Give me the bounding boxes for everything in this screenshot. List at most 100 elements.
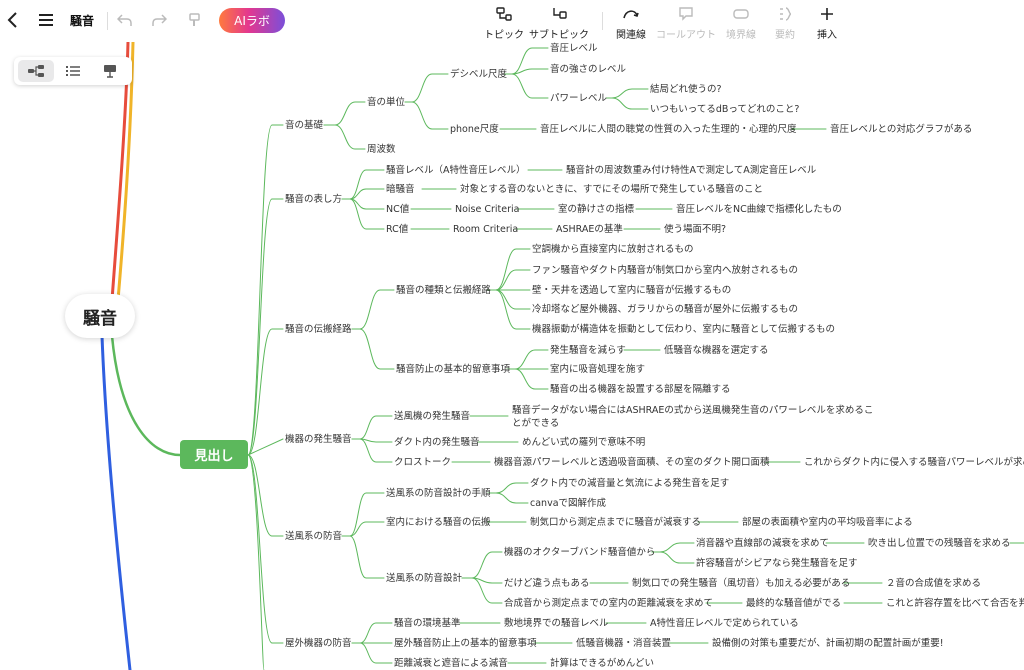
node-usage-unknown[interactable]: 使う場面不明? [664, 223, 726, 236]
tool-boundary[interactable]: 境界線 [726, 26, 756, 41]
presentation-view-icon[interactable] [92, 60, 128, 82]
node-duct-design[interactable]: 送風系の防音設計 [386, 572, 462, 585]
tool-topic[interactable]: トピック [484, 26, 524, 41]
node-nc[interactable]: NC値 [386, 203, 409, 216]
node-noise-level[interactable]: 騒音レベル（A特性音圧レベル） [386, 164, 526, 177]
node-quiet-devices[interactable]: 低騒音機器・消音装置 [576, 637, 671, 650]
node-silencer-attenuation[interactable]: 消音器や直線部の減衰を求めて [696, 537, 829, 550]
insert-icon[interactable] [817, 5, 837, 23]
format-painter-icon[interactable] [184, 10, 204, 30]
tool-insert[interactable]: 挿入 [817, 26, 837, 41]
node-distance-shielding[interactable]: 距離減衰と遮音による減音 [394, 657, 508, 670]
tool-callout[interactable]: コールアウト [656, 26, 716, 41]
topic-expression[interactable]: 騒音の表し方 [285, 193, 342, 206]
menu-icon[interactable] [35, 10, 57, 30]
topic-outdoor-soundproofing[interactable]: 屋外機器の防音 [285, 637, 352, 650]
node-add-airflow-noise[interactable]: ダクト内での減音量と気流による発生音を足す [530, 477, 729, 490]
node-noise-types-paths[interactable]: 騒音の種類と伝搬経路 [396, 284, 491, 297]
back-icon[interactable] [2, 9, 22, 31]
document-title[interactable]: 騒音 [70, 12, 94, 29]
topic-duct-soundproofing[interactable]: 送風系の防音 [285, 530, 342, 543]
node-boundary-level[interactable]: 敷地境界での騒音レベル [504, 617, 609, 630]
node-add-generated-noise[interactable]: 許容騒音がシビアなら発生騒音を足す [696, 557, 858, 570]
node-difference[interactable]: だけど違う点もある [504, 577, 590, 590]
node-crosstalk[interactable]: クロストーク [394, 456, 451, 469]
tool-subtopic[interactable]: サブトピック [529, 26, 589, 41]
node-power-level[interactable]: パワーレベル [550, 92, 607, 105]
main-topic-midashi[interactable]: 見出し [180, 440, 248, 469]
node-env-standard[interactable]: 騒音の環境基準 [394, 617, 461, 630]
topic-equipment-noise[interactable]: 機器の発生騒音 [285, 433, 352, 446]
node-intensity-level[interactable]: 音の強さのレベル [550, 63, 626, 76]
node-sound-unit[interactable]: 音の単位 [367, 96, 405, 109]
boundary-icon[interactable] [731, 6, 751, 22]
node-calculation[interactable]: 計算はできるがめんどい [550, 657, 654, 670]
node-spl[interactable]: 音圧レベル [550, 42, 598, 55]
relationship-icon[interactable] [621, 6, 641, 22]
callout-icon[interactable] [676, 6, 696, 22]
node-duct-noise[interactable]: ダクト内の発生騒音 [394, 436, 480, 449]
node-path-direct[interactable]: 空調機から直接室内に放射されるもの [532, 243, 694, 256]
node-path-outdoor[interactable]: 冷却塔など屋外機器、ガラリからの騒音が屋外に伝搬するもの [532, 303, 798, 316]
node-quietness-index[interactable]: 室の静けさの指標 [558, 203, 634, 216]
node-final-noise[interactable]: 最終的な騒音値がでる [746, 597, 841, 610]
tool-relationship[interactable]: 関連線 [616, 26, 646, 41]
topic-propagation[interactable]: 騒音の伝搬経路 [285, 323, 352, 336]
node-path-wall[interactable]: 壁・天井を透過して室内に騒音が伝搬するもの [532, 284, 731, 297]
undo-icon[interactable] [115, 10, 135, 30]
node-isolate-room[interactable]: 騒音の出る機器を設置する部屋を隔離する [550, 383, 731, 396]
mindmap-view-icon[interactable] [18, 60, 54, 82]
node-which-db[interactable]: いつもいってるdBってどれのこと? [650, 103, 799, 116]
node-path-structure[interactable]: 機器振動が構造体を振動として伝わり、室内に騒音として伝搬するもの [532, 323, 835, 336]
node-which-to-use[interactable]: 結局どれ使うの? [650, 83, 722, 96]
node-octave-band[interactable]: 機器のオクターブバンド騒音値から [504, 546, 655, 559]
node-ashrae-standard[interactable]: ASHRAEの基準 [556, 223, 623, 236]
node-fan-noise[interactable]: 送風機の発生騒音 [394, 410, 470, 423]
node-combined-value[interactable]: ２音の合成値を求める [886, 577, 981, 590]
node-crosstalk-result[interactable]: これからダクト内に侵入する騒音パワーレベルが求め [804, 456, 1024, 469]
root-topic[interactable]: 騒音 [65, 294, 135, 338]
tool-summary[interactable]: 要約 [775, 26, 795, 41]
topic-icon[interactable] [494, 6, 514, 22]
node-decibel-scale[interactable]: デシベル尺度 [450, 68, 507, 81]
node-wind-noise[interactable]: 制気口での発生騒音（風切音）も加える必要がある [632, 577, 850, 590]
node-select-quiet-equipment[interactable]: 低騒音な機器を選定する [664, 344, 769, 357]
node-phone-scale[interactable]: phone尺度 [450, 123, 499, 136]
node-absorption-rate[interactable]: 部屋の表面積や室内の平均吸音率による [742, 516, 913, 529]
node-crosstalk-factors[interactable]: 機器音源パワーレベルと透過吸音面積、その室のダクト開口面積 [494, 456, 770, 469]
ai-lab-button[interactable]: AIラボ [219, 8, 285, 33]
node-background-noise-desc[interactable]: 対象とする音のないときに、すでにその場所で発生している騒音のこと [460, 183, 763, 196]
node-reduce-generation[interactable]: 発生騒音を減らす [550, 344, 626, 357]
node-noise-level-desc[interactable]: 騒音計の周波数重み付け特性Aで測定してA測定音圧レベル [566, 164, 816, 177]
node-fan-noise-desc-line2[interactable]: とができる [512, 417, 559, 430]
node-phone-graph[interactable]: 音圧レベルとの対応グラフがある [830, 123, 972, 136]
node-nc-curve[interactable]: 音圧レベルをNC曲線で指標化したもの [676, 203, 842, 216]
node-residual-noise[interactable]: 吹き出し位置での残騒音を求める [868, 537, 1011, 550]
node-layout-planning[interactable]: 設備側の対策も重要だが、計画初期の配置計画が重要! [712, 637, 944, 650]
node-pass-fail[interactable]: これと許容存置を比べて合否を判 [886, 597, 1024, 610]
node-background-noise[interactable]: 暗騒音 [386, 183, 415, 196]
node-path-outlet[interactable]: ファン騒音やダクト内騒音が制気口から室内へ放射されるもの [532, 264, 798, 277]
node-noise-criteria[interactable]: Noise Criteria [455, 203, 520, 216]
summary-icon[interactable] [775, 6, 795, 22]
topic-basics[interactable]: 音の基礎 [285, 119, 323, 132]
node-rc[interactable]: RC値 [386, 223, 408, 236]
node-outlet-attenuation[interactable]: 制気口から測定点までに騒音が減衰する [530, 516, 701, 529]
node-room-criteria[interactable]: Room Criteria [453, 223, 518, 236]
node-room-propagation[interactable]: 室内における騒音の伝搬 [386, 516, 491, 529]
node-outdoor-prevention[interactable]: 屋外騒音防止上の基本的留意事項 [394, 637, 537, 650]
node-a-weighted[interactable]: A特性音圧レベルで定められている [650, 617, 799, 630]
subtopic-icon[interactable] [549, 6, 569, 22]
node-fan-noise-desc-line1[interactable]: 騒音データがない場合にはASHRAEの式から送風機発生音のパワーレベルを求めるこ [512, 404, 873, 417]
redo-icon[interactable] [149, 10, 169, 30]
node-absorption[interactable]: 室内に吸音処理を施す [550, 363, 645, 376]
node-prevention-basics[interactable]: 騒音防止の基本的留意事項 [396, 363, 510, 376]
node-frequency[interactable]: 周波数 [367, 143, 396, 156]
node-phone-desc[interactable]: 音圧レベルに人間の聴覚の性質の入った生理的・心理的尺度 [540, 123, 797, 136]
node-canva[interactable]: canvaで図解作成 [530, 497, 606, 510]
mindmap-canvas[interactable]: 騒音 見出し 音の基礎 騒音の表し方 騒音の伝搬経路 機器の発生騒音 送風系の防… [0, 0, 1024, 670]
node-duct-noise-desc[interactable]: めんどい式の羅列で意味不明 [522, 436, 645, 449]
node-distance-attenuation[interactable]: 合成音から測定点までの室内の距離減衰を求めて [504, 597, 713, 610]
node-design-procedure[interactable]: 送風系の防音設計の手順 [386, 487, 491, 500]
outline-view-icon[interactable] [55, 60, 91, 82]
